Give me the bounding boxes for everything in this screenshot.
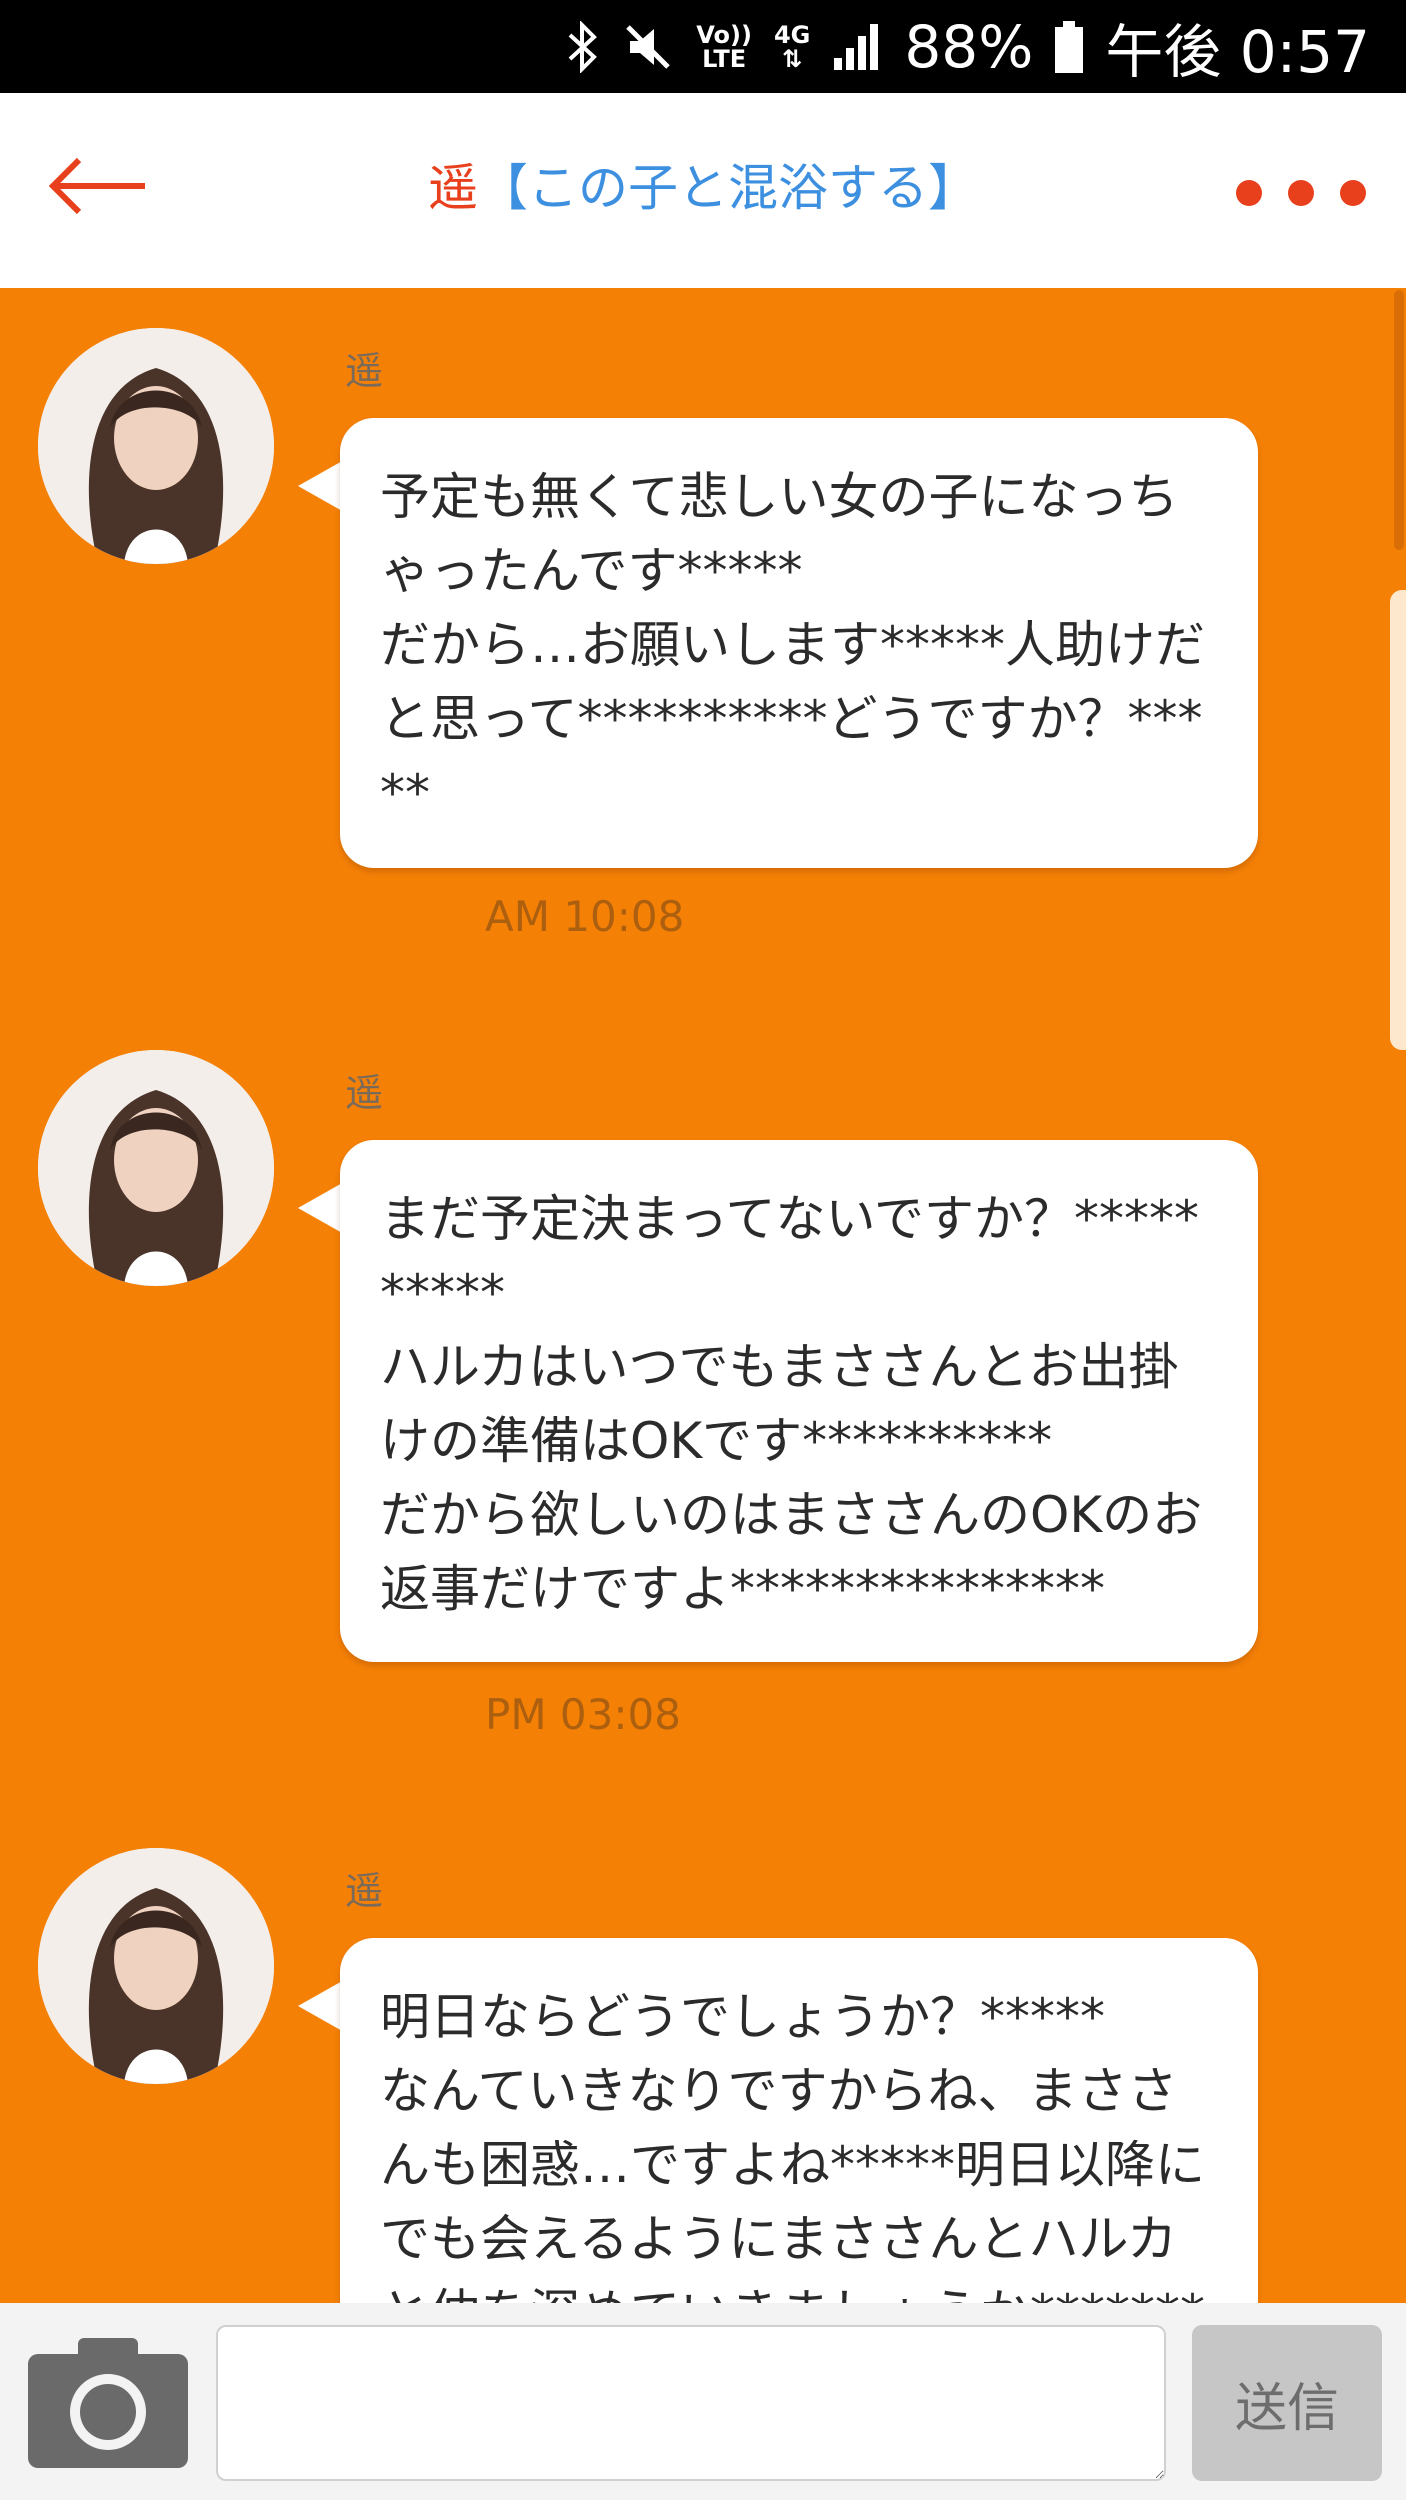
bluetooth-icon: [566, 20, 600, 73]
more-dot: [1340, 180, 1366, 206]
message-bubble: まだ予定決まってないですか？********** ハルカはいつでもまささんとお出…: [340, 1140, 1258, 1662]
avatar[interactable]: [38, 328, 274, 564]
sender-name: 遥: [345, 1071, 384, 1115]
send-button[interactable]: 送信: [1192, 2325, 1382, 2481]
mixed-bath-link[interactable]: 【この子と混浴する】: [478, 159, 978, 217]
chat-header: 遥【この子と混浴する】: [0, 93, 1406, 288]
message-bubble: 予定も無くて悲しい女の子になっちゃったんです***** だから…お願いします**…: [340, 418, 1258, 868]
mute-icon: [622, 21, 674, 73]
chat-title: 遥【この子と混浴する】: [0, 153, 1406, 223]
status-bar: Vo)) LTE 4G ⇅ 88% 午後 0:57: [0, 0, 1406, 93]
more-dots-icon: [1236, 180, 1262, 206]
camera-icon: [28, 2338, 188, 2472]
more-options-button[interactable]: [1236, 173, 1366, 213]
partner-name: 遥: [428, 159, 478, 217]
signal-icon: [832, 22, 882, 72]
battery-percent: 88%: [904, 12, 1034, 81]
volte-indicator: Vo)) LTE: [696, 20, 752, 73]
bubble-tail: [298, 460, 344, 512]
avatar[interactable]: [38, 1050, 274, 1286]
more-dot: [1288, 180, 1314, 206]
message-time: PM 03:08: [485, 1690, 681, 1739]
input-bar: 送信: [0, 2303, 1406, 2500]
sender-name: 遥: [345, 1869, 384, 1913]
avatar[interactable]: [38, 1848, 274, 2084]
message-bubble: 明日ならどうでしょうか？***** なんていきなりですからね、まささんも困惑…で…: [340, 1938, 1258, 2303]
message-input[interactable]: [216, 2325, 1166, 2481]
battery-icon: [1055, 20, 1084, 73]
message-time: AM 10:08: [485, 892, 685, 941]
sender-name: 遥: [345, 349, 384, 393]
camera-button[interactable]: [28, 2338, 188, 2468]
side-pull-tab[interactable]: [1390, 590, 1406, 1050]
scrollbar-thumb[interactable]: [1394, 290, 1404, 550]
clock: 午後 0:57: [1105, 17, 1370, 86]
bubble-tail: [298, 1980, 344, 2032]
bubble-tail: [298, 1182, 344, 1234]
network-4g-indicator: 4G ⇅: [773, 20, 811, 73]
message-list[interactable]: 遥 予定も無くて悲しい女の子になっちゃったんです***** だから…お願いします…: [0, 288, 1406, 2303]
